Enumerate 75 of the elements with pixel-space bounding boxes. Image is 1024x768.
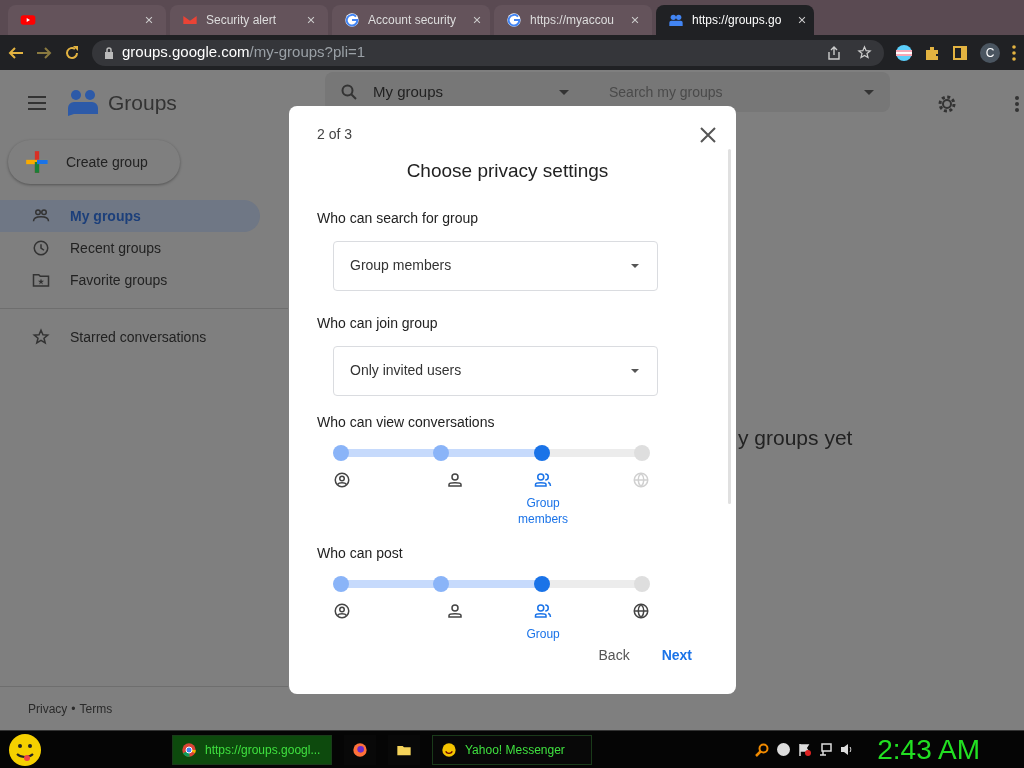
browser-tab[interactable]: https://groups.go	[656, 5, 814, 35]
slider-thumb[interactable]	[533, 444, 550, 461]
option-label: Group	[525, 625, 561, 642]
google-icon	[344, 12, 360, 28]
create-group-button[interactable]: Create group	[8, 140, 180, 184]
option-label: Group members	[517, 494, 570, 527]
star-icon[interactable]	[857, 45, 872, 60]
footer-link[interactable]: Terms	[79, 699, 113, 718]
dropdown[interactable]: Group members	[333, 240, 658, 291]
close-icon[interactable]	[700, 126, 716, 143]
puzzle-icon[interactable]	[924, 44, 940, 61]
volume-icon[interactable]	[840, 743, 854, 756]
smiley-icon[interactable]	[777, 743, 791, 756]
star-icon	[32, 328, 50, 346]
dialog-title: Choose privacy settings	[405, 159, 610, 183]
groups-logo-icon	[66, 88, 100, 118]
yahoo-icon	[441, 741, 457, 758]
folder-icon	[32, 271, 50, 289]
smiley-start-button[interactable]	[8, 732, 42, 767]
taskbar-button[interactable]: https://groups.googl...	[172, 734, 332, 765]
share-icon[interactable]	[827, 45, 841, 60]
flag-icon[interactable]	[798, 743, 812, 756]
forward-icon[interactable]	[36, 44, 52, 61]
back-icon[interactable]	[8, 44, 24, 61]
youtube-icon	[20, 12, 36, 28]
firefox-icon	[352, 741, 368, 758]
search-icon	[341, 84, 357, 100]
browser-tab[interactable]: Account security	[332, 5, 490, 35]
url-text: groups.google.com/my-groups?pli=1	[122, 42, 366, 63]
profile-avatar[interactable]: C	[980, 42, 1000, 63]
close-icon[interactable]	[630, 15, 641, 25]
field-label: Who can search for group	[317, 208, 480, 228]
groups-icon	[668, 12, 684, 28]
back-button[interactable]: Back	[594, 645, 634, 666]
close-icon[interactable]	[797, 15, 808, 25]
reload-icon[interactable]	[64, 44, 80, 61]
next-button[interactable]: Next	[657, 645, 696, 666]
field-label: Who can join group	[317, 313, 439, 333]
taskbar-button[interactable]: Yahoo! Messenger	[432, 734, 592, 765]
close-icon[interactable]	[472, 15, 483, 25]
sidebar-icon[interactable]	[952, 44, 968, 61]
field-label: Who can view conversations	[317, 412, 496, 432]
separator-text: •	[71, 700, 76, 718]
app-title: Groups	[108, 90, 177, 117]
browser-tab[interactable]: Security alert	[170, 5, 328, 35]
slider-thumb[interactable]	[533, 575, 550, 592]
search-scope[interactable]: My groups	[373, 80, 543, 104]
flag-icon[interactable]	[896, 44, 912, 61]
slider-stop[interactable]	[634, 444, 650, 461]
clock: 2:43 AM	[877, 732, 980, 767]
field-label: Who can post	[317, 543, 404, 563]
chrome-icon	[181, 741, 197, 758]
address-bar[interactable]: groups.google.com/my-groups?pli=1	[92, 39, 884, 66]
sidebar-item[interactable]: Starred conversations	[0, 321, 260, 353]
slider-stop[interactable]	[433, 575, 450, 592]
sidebar-item[interactable]: Recent groups	[0, 232, 260, 264]
menu-icon[interactable]	[28, 96, 46, 110]
step-counter: 2 of 3	[317, 125, 353, 144]
slider-stop[interactable]	[634, 575, 650, 592]
plus-icon	[24, 149, 50, 175]
search-icon[interactable]	[755, 742, 770, 757]
lock-icon	[104, 46, 114, 59]
empty-state-text: y groups yet	[738, 425, 853, 451]
clock-icon	[32, 239, 50, 257]
footer-link[interactable]: Privacy	[28, 699, 68, 718]
settings-icon[interactable]	[936, 93, 958, 115]
slider-stop[interactable]	[333, 444, 349, 461]
slider-stop[interactable]	[433, 444, 450, 461]
slider-stop[interactable]	[333, 575, 349, 592]
more-menu-icon[interactable]	[1012, 44, 1016, 61]
sidebar-item[interactable]: Favorite groups	[0, 264, 260, 296]
google-icon	[506, 12, 522, 28]
browser-tab[interactable]: https://myaccou	[494, 5, 652, 35]
dropdown[interactable]: Only invited users	[333, 345, 658, 396]
network-icon[interactable]	[819, 743, 833, 756]
